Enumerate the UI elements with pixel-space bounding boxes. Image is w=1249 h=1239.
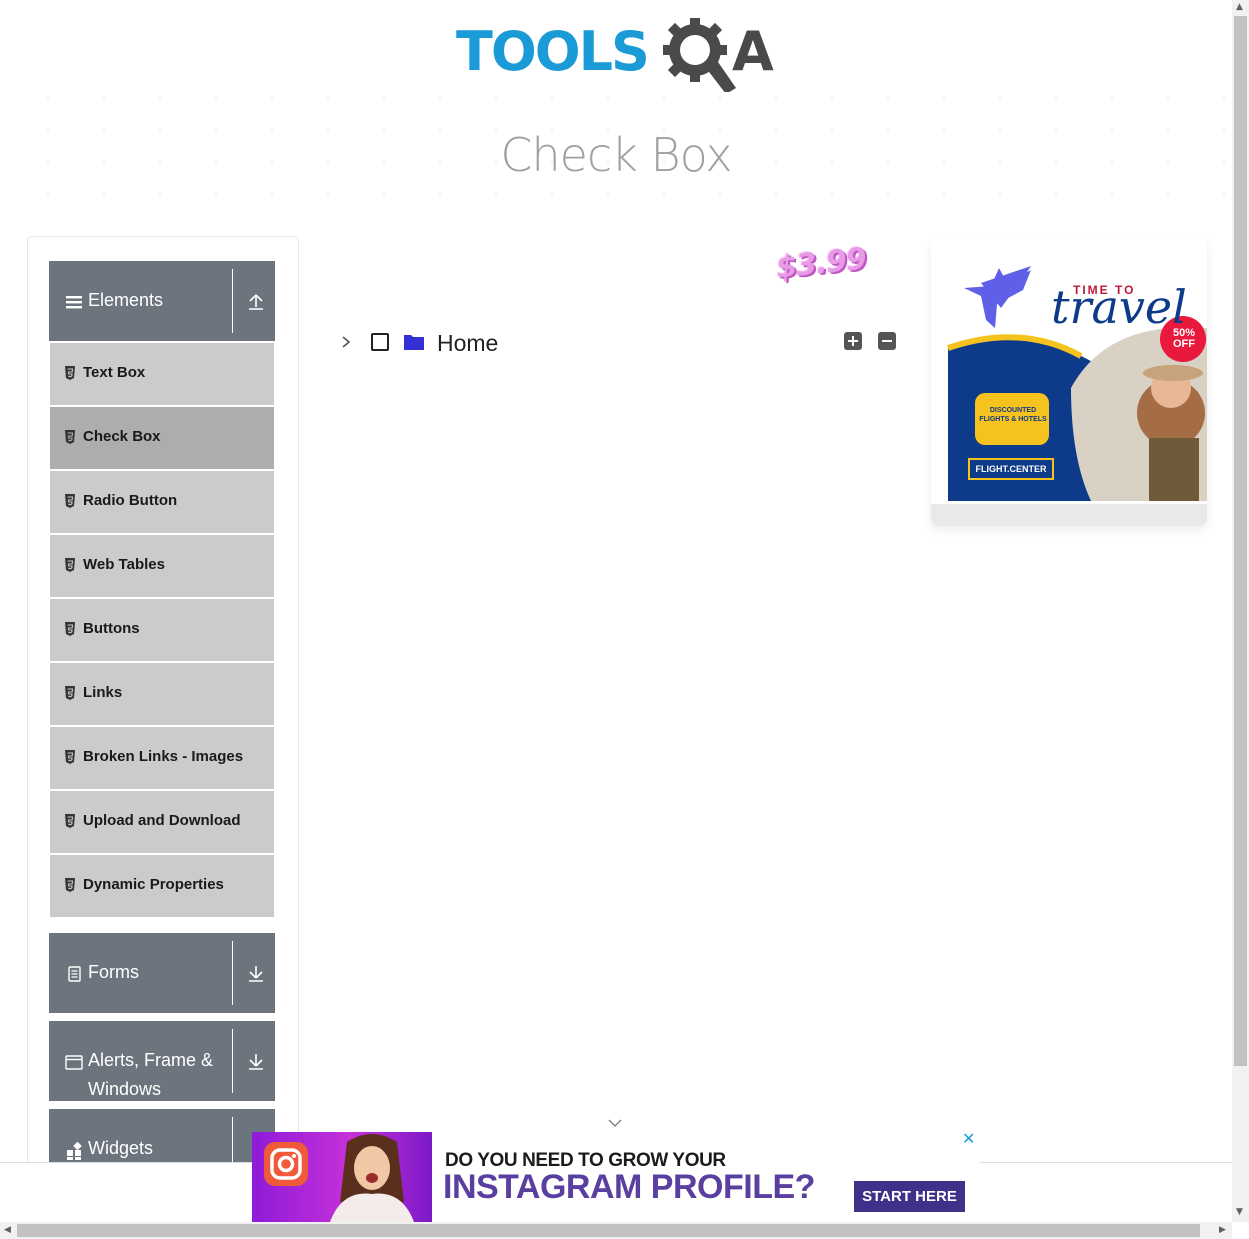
menu-item-label: Check Box xyxy=(83,428,161,445)
menu-item-links[interactable]: Links xyxy=(50,663,274,725)
travel-ad-badge: 50% OFF xyxy=(1172,327,1196,350)
page: TOOLS A Check Box Elements Text Box Chec… xyxy=(0,0,1249,1239)
ad-image xyxy=(252,1132,432,1222)
html5-icon xyxy=(65,686,75,700)
collapse-all-button[interactable] xyxy=(878,332,896,350)
html5-icon xyxy=(65,366,75,380)
menu-item-check-box[interactable]: Check Box xyxy=(50,407,274,469)
price-promo[interactable]: $3.99 xyxy=(774,241,867,285)
menu-item-label: Links xyxy=(83,684,123,701)
travel-ad-bubble: DISCOUNTED FLIGHTS & HOTELS xyxy=(979,407,1047,423)
tree-node-label[interactable]: Home xyxy=(437,330,498,357)
gear-magnifier-icon xyxy=(663,18,736,92)
instagram-icon xyxy=(264,1142,308,1186)
html5-icon xyxy=(65,750,75,764)
menu-item-label: Dynamic Properties xyxy=(83,876,224,893)
travel-advertisement[interactable]: TIME TO travel 50% OFF DISCOUNTED FLIGHT… xyxy=(931,238,1207,526)
widgets-icon xyxy=(67,1142,82,1160)
home-checkbox[interactable] xyxy=(371,333,389,351)
hamburger-icon xyxy=(66,296,82,309)
menu-item-web-tables[interactable]: Web Tables xyxy=(50,535,274,597)
html5-icon xyxy=(65,494,75,508)
toolsqa-logo[interactable]: TOOLS A xyxy=(456,14,782,92)
expand-all-button[interactable] xyxy=(844,332,862,350)
vertical-scroll-thumb[interactable] xyxy=(1234,16,1247,1066)
group-label-line2: Windows xyxy=(88,1079,162,1099)
menu-item-upload-and-download[interactable]: Upload and Download xyxy=(50,791,274,853)
group-header-forms[interactable]: Forms xyxy=(49,933,275,1013)
expand-down-icon[interactable] xyxy=(247,1053,265,1071)
group-header-widgets[interactable]: Widgets xyxy=(49,1109,275,1163)
group-label: Alerts, Frame & xyxy=(88,1050,214,1070)
travel-ad-brand: FLIGHT.CENTER xyxy=(975,464,1047,474)
smiling-woman-image xyxy=(330,1134,414,1222)
scroll-down-arrow-icon[interactable]: ▼ xyxy=(1236,1207,1243,1217)
divider xyxy=(232,1029,233,1093)
logo-text-tools: TOOLS xyxy=(456,20,650,83)
group-label: Elements xyxy=(88,290,164,310)
menu-item-text-box[interactable]: Text Box xyxy=(50,343,274,405)
html5-icon xyxy=(65,430,75,444)
logo-text-a: A xyxy=(732,20,774,83)
html5-icon xyxy=(65,878,75,892)
group-label: Forms xyxy=(88,962,139,982)
window-icon xyxy=(65,1055,83,1070)
menu-item-radio-button[interactable]: Radio Button xyxy=(50,471,274,533)
menu-item-dynamic-properties[interactable]: Dynamic Properties xyxy=(50,855,274,917)
close-icon[interactable]: ✕ xyxy=(962,1131,978,1147)
document-icon xyxy=(68,966,81,982)
html5-icon xyxy=(65,558,75,572)
instagram-advertisement[interactable]: DO YOU NEED TO GROW YOUR INSTAGRAM PROFI… xyxy=(252,1132,980,1222)
menu-item-label: Upload and Download xyxy=(83,812,241,829)
group-header-elements[interactable]: Elements xyxy=(49,261,275,341)
html5-icon xyxy=(65,622,75,636)
html5-icon xyxy=(65,814,75,828)
menu-item-label: Radio Button xyxy=(83,492,178,509)
divider xyxy=(232,941,233,1005)
scroll-right-arrow-icon[interactable]: ▶ xyxy=(1219,1225,1226,1235)
collapse-up-icon[interactable] xyxy=(247,293,265,311)
divider xyxy=(232,1117,233,1163)
menu-item-broken-links-images[interactable]: Broken Links - Images xyxy=(50,727,274,789)
group-header-alerts-frame-windows[interactable]: Alerts, Frame & Windows xyxy=(49,1021,275,1101)
scroll-left-arrow-icon[interactable]: ◀ xyxy=(4,1225,11,1235)
page-title: Check Box xyxy=(500,128,732,182)
start-here-button[interactable]: START HERE xyxy=(854,1181,965,1212)
menu-item-label: Buttons xyxy=(83,620,140,637)
ad-footer-bar xyxy=(931,504,1207,526)
expand-down-icon[interactable] xyxy=(247,965,265,983)
horizontal-scroll-thumb[interactable] xyxy=(17,1224,1200,1237)
travel-ad-headline-script: travel xyxy=(1051,280,1187,334)
left-sidebar: Elements Text Box Check Box Radio Button… xyxy=(27,236,299,1176)
vertical-scrollbar[interactable]: ▲ ▼ xyxy=(1232,0,1249,1222)
menu-item-label: Text Box xyxy=(83,364,146,381)
menu-item-buttons[interactable]: Buttons xyxy=(50,599,274,661)
folder-icon xyxy=(404,335,424,350)
group-label: Widgets xyxy=(88,1138,154,1158)
menu-item-label: Web Tables xyxy=(83,556,165,573)
tree-expand-chevron-icon[interactable] xyxy=(338,333,354,351)
chevron-down-icon[interactable] xyxy=(606,1117,624,1129)
scroll-up-arrow-icon[interactable]: ▲ xyxy=(1236,2,1243,12)
horizontal-scrollbar[interactable]: ◀ ▶ xyxy=(0,1222,1232,1239)
menu-item-label: Broken Links - Images xyxy=(83,748,244,765)
ad-headline-line2: INSTAGRAM PROFILE? xyxy=(443,1168,815,1206)
divider xyxy=(232,269,233,333)
